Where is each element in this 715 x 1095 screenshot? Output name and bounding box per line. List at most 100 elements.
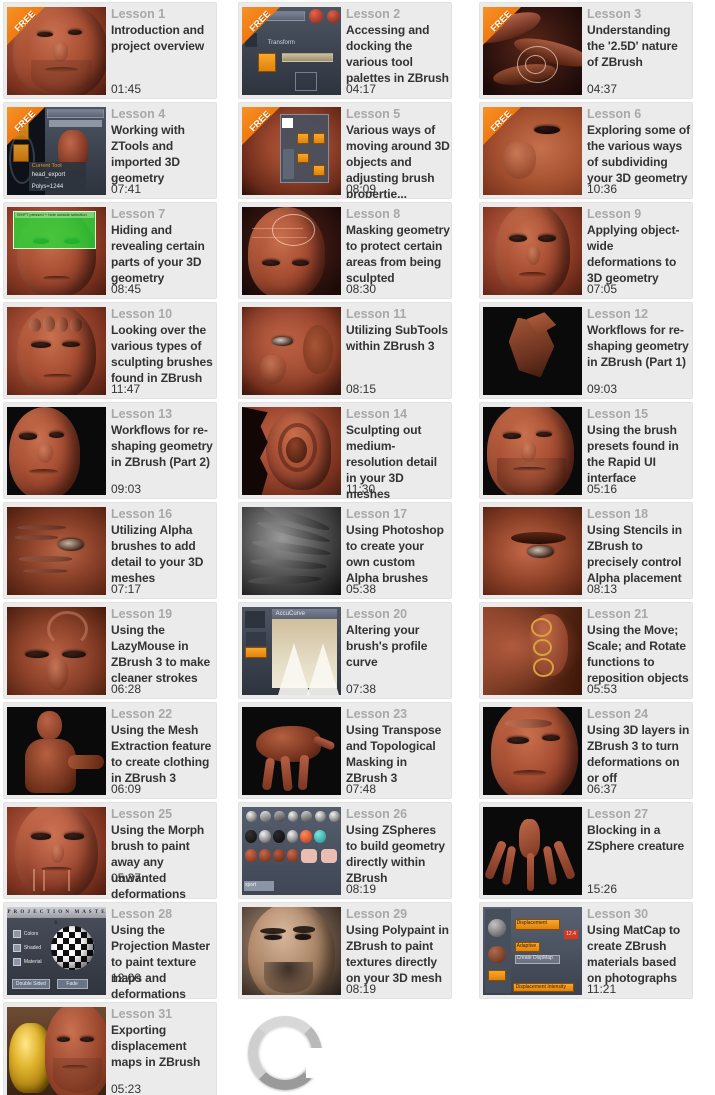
thumbnail-art [7,807,106,895]
lesson-title[interactable]: Working with ZTools and imported 3D geom… [111,122,215,186]
lesson-card[interactable]: Lesson 12 Workflows for re-shaping geomet… [479,302,693,399]
lesson-title[interactable]: Using Photoshop to create your own custo… [346,522,450,586]
lesson-thumbnail[interactable]: FREE [7,7,106,95]
lesson-card[interactable]: Lesson 8 Masking geometry to protect cert… [238,202,452,299]
lesson-thumbnail[interactable] [242,307,341,395]
lesson-title[interactable]: Understanding the '2.5D' nature of ZBrus… [587,22,691,70]
lesson-number: Lesson 29 [346,907,408,921]
lesson-duration: 07:38 [346,682,377,696]
lesson-title[interactable]: Using ZSpheres to build geometry directl… [346,822,450,886]
lesson-title[interactable]: Using the Morph brush to paint away any … [111,822,215,898]
lesson-card[interactable]: Lesson 23 Using Transpose and Topological… [238,702,452,799]
lesson-thumbnail[interactable]: Transform FREE [242,7,341,95]
lesson-thumbnail[interactable] [7,507,106,595]
lesson-title[interactable]: Accessing and docking the various tool p… [346,22,450,86]
lesson-title[interactable]: Using Stencils in ZBrush to precisely co… [587,522,691,586]
lesson-number: Lesson 27 [587,807,649,821]
lesson-thumbnail[interactable]: P R O J E C T I O N M A S T E R Colors S… [7,907,106,995]
lesson-title[interactable]: Altering your brush's profile curve [346,622,450,670]
lesson-card[interactable]: Displacement 12.4 Adaptive Create DispMa… [479,902,693,999]
lesson-thumbnail[interactable] [242,707,341,795]
lesson-card[interactable]: FREE Lesson 1 Introduction and project ove… [3,2,217,99]
lesson-card[interactable]: FREE Lesson 3 Understanding the '2.5D' nat… [479,2,693,99]
lesson-title[interactable]: Exporting displacement maps in ZBrush [111,1022,215,1070]
lesson-title[interactable]: Using the Mesh Extraction feature to cre… [111,722,215,786]
lesson-title[interactable]: Looking over the various types of sculpt… [111,322,215,386]
lesson-meta: Lesson 19 Using the LazyMouse in ZBrush 3… [111,606,215,698]
lesson-thumbnail[interactable] [242,507,341,595]
lesson-card[interactable]: FREE Lesson 5 Various ways of moving aroun… [238,102,452,199]
lesson-card[interactable]: Lesson 9 Applying object-wide deformation… [479,202,693,299]
lesson-meta: Lesson 26 Using ZSpheres to build geometr… [346,806,450,898]
lesson-title[interactable]: Utilizing Alpha brushes to add detail to… [111,522,215,586]
lesson-card[interactable]: Lesson 25 Using the Morph brush to paint … [3,802,217,899]
lesson-thumbnail[interactable]: SHIFT pressed + hide outside selection [7,207,106,295]
lesson-title[interactable]: Using the Move; Scale; and Rotate functi… [587,622,691,686]
lesson-card[interactable]: Lesson 22 Using the Mesh Extraction featu… [3,702,217,799]
lesson-number: Lesson 4 [111,107,166,121]
lesson-title[interactable]: Hiding and revealing certain parts of yo… [111,222,215,286]
lesson-title[interactable]: Using the brush presets found in the Rap… [587,422,691,486]
lesson-thumbnail[interactable] [7,607,106,695]
lesson-thumbnail[interactable] [483,807,582,895]
lesson-title[interactable]: Utilizing SubTools within ZBrush 3 [346,322,450,354]
lesson-title[interactable]: Using 3D layers in ZBrush 3 to turn defo… [587,722,691,786]
lesson-thumbnail[interactable] [242,907,341,995]
lesson-thumbnail[interactable] [483,307,582,395]
lesson-thumbnail[interactable] [242,407,341,495]
lesson-title[interactable]: Masking geometry to protect certain area… [346,222,450,286]
lesson-card[interactable]: SHIFT pressed + hide outside selection Le… [3,202,217,299]
lesson-number: Lesson 15 [587,407,649,421]
lesson-card[interactable]: Lesson 18 Using Stencils in ZBrush to pre… [479,502,693,599]
lesson-title[interactable]: Using MatCap to create ZBrush materials … [587,922,691,986]
lesson-thumbnail[interactable] [483,407,582,495]
lesson-thumbnail[interactable]: FREE [242,107,341,195]
lesson-thumbnail[interactable] [7,807,106,895]
lesson-thumbnail[interactable] [483,607,582,695]
lesson-title[interactable]: Introduction and project overview [111,22,215,54]
lesson-card[interactable]: Lesson 27 Blocking in a ZSphere creature 1… [479,802,693,899]
lesson-card[interactable]: Lesson 15 Using the brush presets found i… [479,402,693,499]
lesson-card[interactable]: Lesson 10 Looking over the various types … [3,302,217,399]
lesson-title[interactable]: Workflows for re-shaping geometry in ZBr… [111,422,215,470]
lesson-card[interactable]: AccuCurve Lesson 20 Altering your brush's… [238,602,452,699]
lesson-title[interactable]: Using the LazyMouse in ZBrush 3 to make … [111,622,215,686]
lesson-card[interactable]: Lesson 11 Utilizing SubTools within ZBrus… [238,302,452,399]
lesson-thumbnail[interactable] [7,307,106,395]
lesson-title[interactable]: Blocking in a ZSphere creature [587,822,691,854]
lesson-card[interactable]: Lesson 21 Using the Move; Scale; and Rota… [479,602,693,699]
lesson-title[interactable]: Using Polypaint in ZBrush to paint textu… [346,922,450,986]
lesson-thumbnail[interactable]: FREE [483,107,582,195]
lesson-thumbnail[interactable]: Current Tool head_export Polys=1244 FREE [7,107,106,195]
lesson-thumbnail[interactable] [483,507,582,595]
lesson-title[interactable]: Workflows for re-shaping geometry in ZBr… [587,322,691,370]
lesson-card[interactable]: Lesson 31 Exporting displacement maps in … [3,1002,217,1095]
lesson-thumbnail[interactable] [7,1007,106,1095]
lesson-thumbnail[interactable]: FREE [483,7,582,95]
lesson-card[interactable]: xport Lesson 26 Using ZSpheres to build ge… [238,802,452,899]
lesson-card[interactable]: Lesson 29 Using Polypaint in ZBrush to pa… [238,902,452,999]
lesson-title[interactable]: Exploring some of the various ways of su… [587,122,691,186]
lesson-thumbnail[interactable] [483,707,582,795]
lesson-title[interactable]: Using the Projection Master to paint tex… [111,922,215,998]
lesson-card[interactable]: Current Tool head_export Polys=1244 FREE L… [3,102,217,199]
lesson-card[interactable]: P R O J E C T I O N M A S T E R Colors S… [3,902,217,999]
lesson-thumbnail[interactable]: AccuCurve [242,607,341,695]
lesson-card[interactable]: Lesson 14 Sculpting out medium-resolution… [238,402,452,499]
lesson-card[interactable]: Lesson 13 Workflows for re-shaping geomet… [3,402,217,499]
lesson-card[interactable]: Transform FREE Lesson 2 Accessing and dock… [238,2,452,99]
lesson-title[interactable]: Applying object-wide deformations to 3D … [587,222,691,286]
lesson-thumbnail[interactable] [7,707,106,795]
lesson-thumbnail[interactable] [242,207,341,295]
lesson-card[interactable]: Lesson 16 Utilizing Alpha brushes to add … [3,502,217,599]
lesson-thumbnail[interactable]: Displacement 12.4 Adaptive Create DispMa… [483,907,582,995]
lesson-card[interactable]: FREE Lesson 6 Exploring some of the variou… [479,102,693,199]
lesson-thumbnail[interactable] [7,407,106,495]
lesson-title[interactable]: Using Transpose and Topological Masking … [346,722,450,786]
lesson-card[interactable]: Lesson 17 Using Photoshop to create your … [238,502,452,599]
lesson-card[interactable]: Lesson 24 Using 3D layers in ZBrush 3 to … [479,702,693,799]
lesson-thumbnail[interactable]: xport [242,807,341,895]
lesson-card[interactable]: Lesson 19 Using the LazyMouse in ZBrush 3… [3,602,217,699]
lesson-thumbnail[interactable] [483,207,582,295]
lesson-duration: 07:17 [111,582,142,596]
